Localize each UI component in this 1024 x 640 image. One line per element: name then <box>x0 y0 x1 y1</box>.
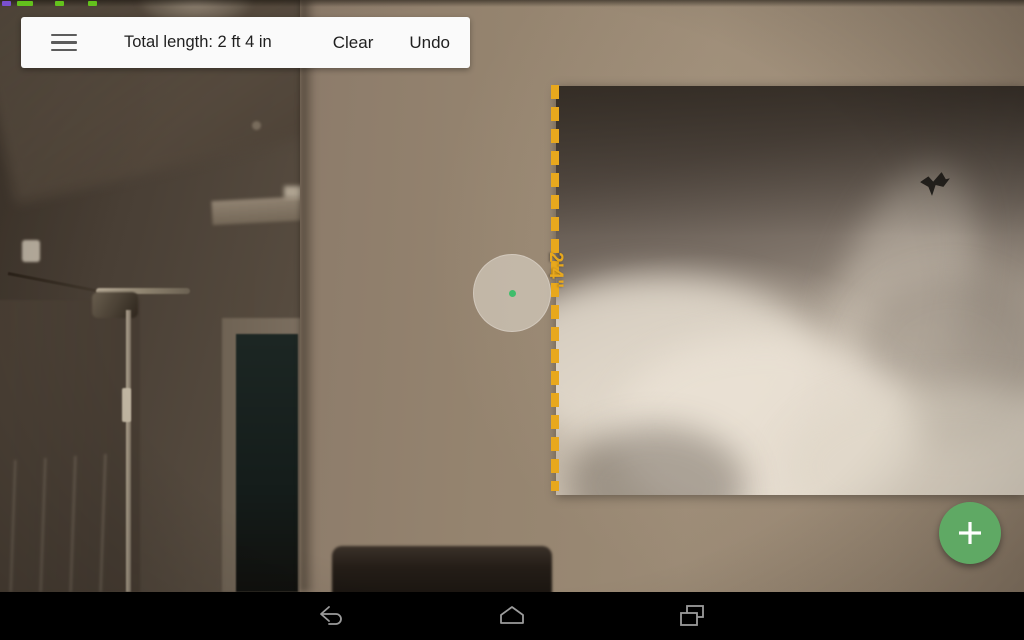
crosshair-reticle[interactable] <box>473 254 551 332</box>
menu-line <box>51 33 77 37</box>
menu-line <box>51 48 77 52</box>
plus-icon <box>959 522 981 544</box>
clear-button[interactable]: Clear <box>333 33 374 53</box>
status-bar <box>0 0 1024 7</box>
ar-measurement-overlay: 2'4" <box>0 0 1024 592</box>
device-screen: 2'4" Total length: 2 ft 4 in Clear Undo <box>0 0 1024 640</box>
undo-button[interactable]: Undo <box>409 33 450 53</box>
home-button[interactable] <box>486 595 538 637</box>
back-arrow-icon <box>320 606 342 625</box>
reticle-center-dot <box>508 289 516 297</box>
recent-apps-icon <box>680 605 704 626</box>
notification-icon-4 <box>88 1 97 6</box>
add-point-fab[interactable] <box>939 502 1001 564</box>
notification-icon-1 <box>2 1 11 6</box>
recents-button[interactable] <box>666 595 718 637</box>
android-nav-bar <box>0 592 1024 640</box>
menu-line <box>51 41 77 44</box>
notification-icon-3 <box>55 1 64 6</box>
home-icon <box>500 606 524 624</box>
hamburger-menu-icon[interactable] <box>51 28 81 58</box>
notification-icon-2 <box>17 1 33 6</box>
back-button[interactable] <box>306 595 358 637</box>
camera-viewfinder[interactable]: 2'4" <box>0 0 1024 592</box>
toolbar-actions: Clear Undo <box>333 33 450 53</box>
top-toolbar: Total length: 2 ft 4 in Clear Undo <box>21 17 470 68</box>
total-length-label: Total length: 2 ft 4 in <box>124 33 272 51</box>
